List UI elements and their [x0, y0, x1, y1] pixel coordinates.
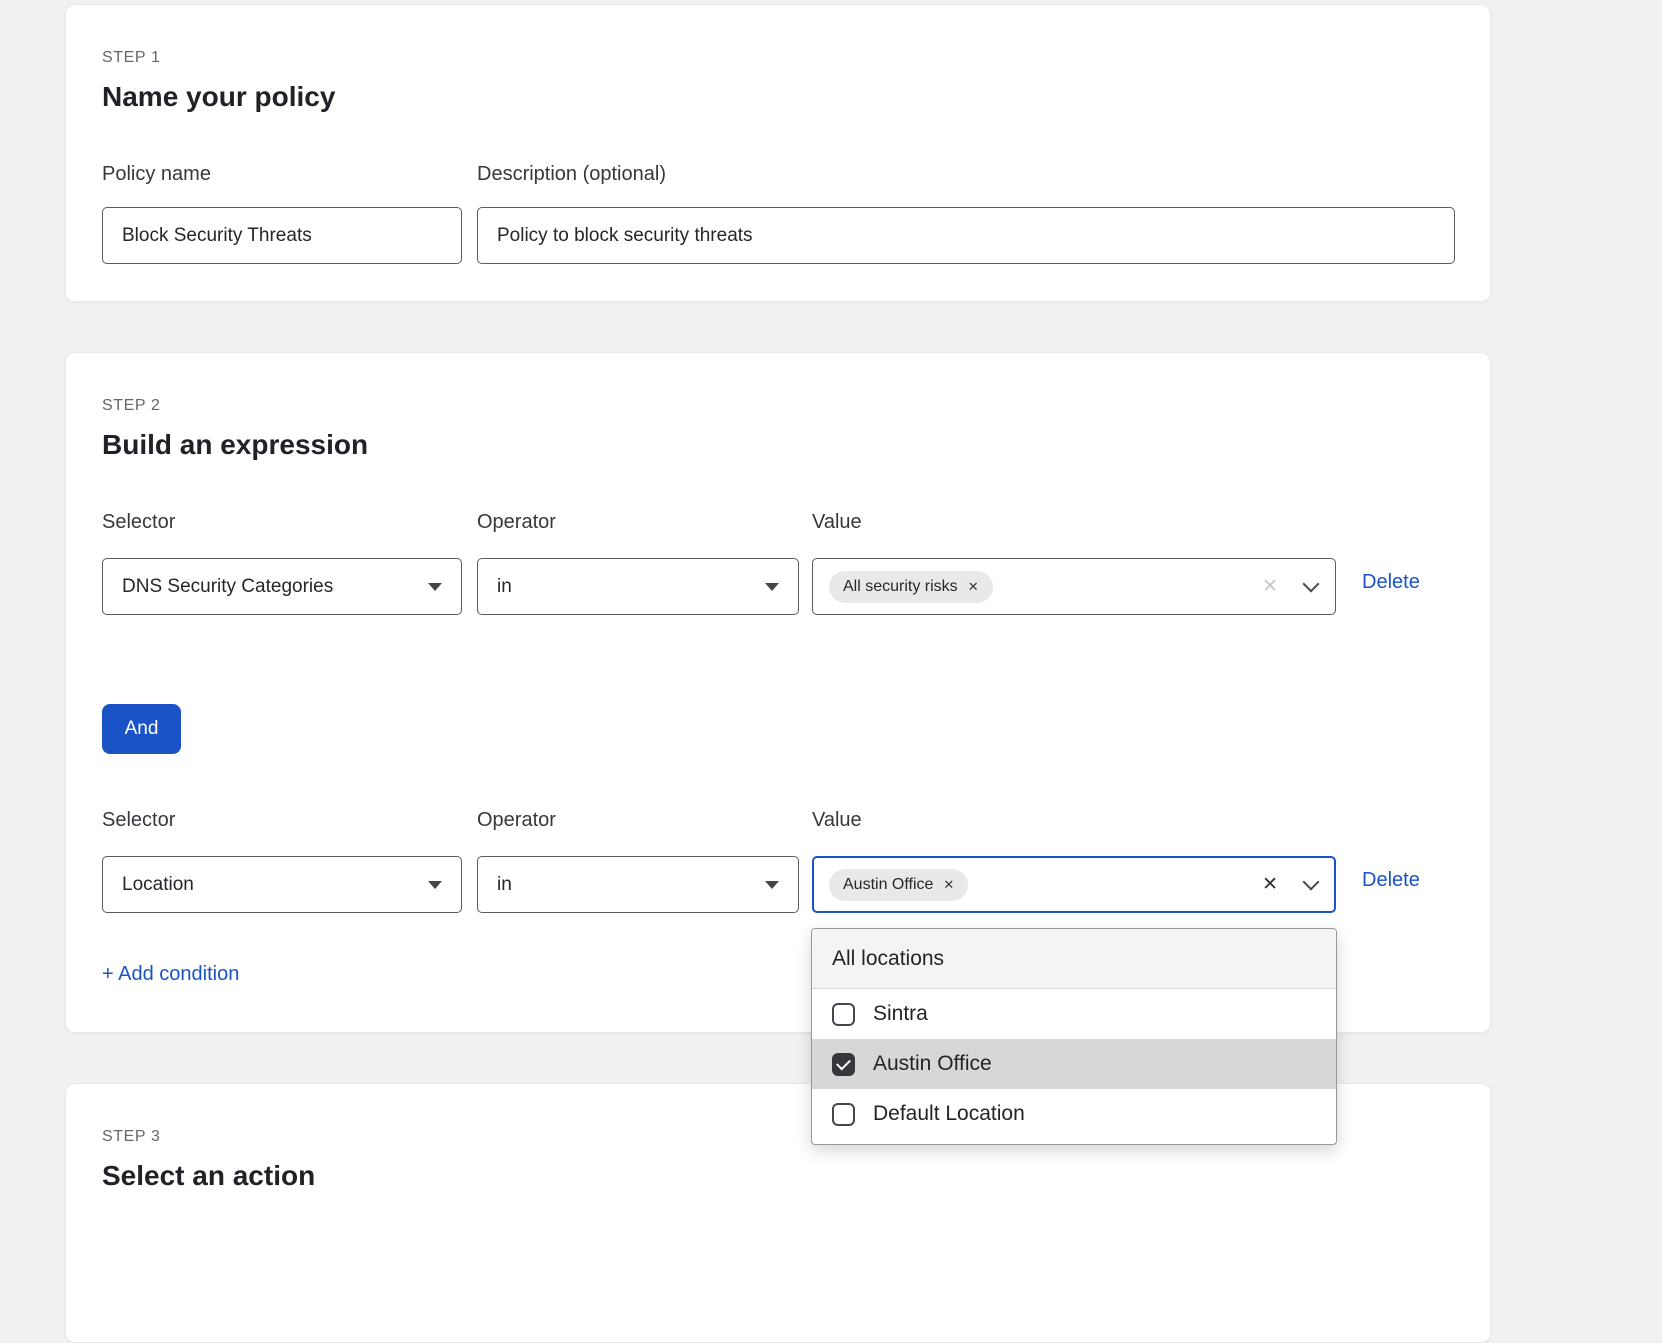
checkbox-icon[interactable] — [832, 1053, 855, 1076]
policy-name-label: Policy name — [102, 163, 211, 186]
description-input[interactable] — [477, 207, 1455, 264]
step1-card: STEP 1 Name your policy Policy name Desc… — [65, 4, 1491, 302]
selector-label-2: Selector — [102, 809, 175, 832]
location-option-label: Sintra — [873, 1002, 928, 1026]
selector-dropdown-2-value: Location — [122, 874, 194, 896]
location-option-austin-office[interactable]: Austin Office — [812, 1039, 1336, 1089]
step1-title: Name your policy — [102, 81, 335, 113]
description-label: Description (optional) — [477, 163, 666, 186]
caret-down-icon — [428, 583, 442, 591]
delete-link-1[interactable]: Delete — [1362, 571, 1420, 594]
operator-dropdown-1[interactable]: in — [477, 558, 799, 615]
value-tag: Austin Office — [829, 869, 968, 901]
operator-dropdown-2-value: in — [497, 874, 512, 896]
policy-name-input[interactable] — [102, 207, 462, 264]
value-tag: All security risks — [829, 571, 993, 603]
value-multiselect-2[interactable]: Austin Office — [812, 856, 1336, 913]
chevron-down-icon[interactable] — [1303, 575, 1320, 592]
value-tag-label: All security risks — [843, 578, 958, 596]
step3-title: Select an action — [102, 1160, 315, 1192]
step2-step-label: STEP 2 — [102, 397, 160, 415]
location-option-label: Default Location — [873, 1102, 1025, 1126]
clear-icon[interactable] — [1262, 577, 1278, 596]
location-option-default-location[interactable]: Default Location — [812, 1089, 1336, 1139]
caret-down-icon — [428, 881, 442, 889]
step2-title: Build an expression — [102, 429, 368, 461]
selector-dropdown-1-value: DNS Security Categories — [122, 576, 333, 598]
operator-label-2: Operator — [477, 809, 556, 832]
and-button[interactable]: And — [102, 704, 181, 754]
value-multiselect-1[interactable]: All security risks — [812, 558, 1336, 615]
selector-dropdown-1[interactable]: DNS Security Categories — [102, 558, 462, 615]
caret-down-icon — [765, 583, 779, 591]
selector-label-1: Selector — [102, 511, 175, 534]
operator-label-1: Operator — [477, 511, 556, 534]
value-tag-label: Austin Office — [843, 876, 933, 894]
checkbox-icon[interactable] — [832, 1103, 855, 1126]
step1-step-label: STEP 1 — [102, 49, 160, 67]
chevron-down-icon[interactable] — [1303, 873, 1320, 890]
location-option-label: Austin Office — [873, 1052, 992, 1076]
caret-down-icon — [765, 881, 779, 889]
value-label-1: Value — [812, 511, 862, 534]
operator-dropdown-1-value: in — [497, 576, 512, 598]
step3-step-label: STEP 3 — [102, 1128, 160, 1146]
add-condition-link[interactable]: + Add condition — [102, 963, 239, 986]
location-dropdown-menu: All locations Sintra Austin Office Defau… — [811, 928, 1337, 1145]
multiselect-controls — [1262, 875, 1319, 894]
all-locations-option[interactable]: All locations — [812, 929, 1336, 989]
checkbox-icon[interactable] — [832, 1003, 855, 1026]
clear-icon[interactable] — [1262, 875, 1278, 894]
value-label-2: Value — [812, 809, 862, 832]
tag-remove-icon[interactable] — [943, 878, 954, 891]
operator-dropdown-2[interactable]: in — [477, 856, 799, 913]
location-option-sintra[interactable]: Sintra — [812, 989, 1336, 1039]
selector-dropdown-2[interactable]: Location — [102, 856, 462, 913]
delete-link-2[interactable]: Delete — [1362, 869, 1420, 892]
tag-remove-icon[interactable] — [968, 580, 979, 593]
multiselect-controls — [1262, 577, 1319, 596]
